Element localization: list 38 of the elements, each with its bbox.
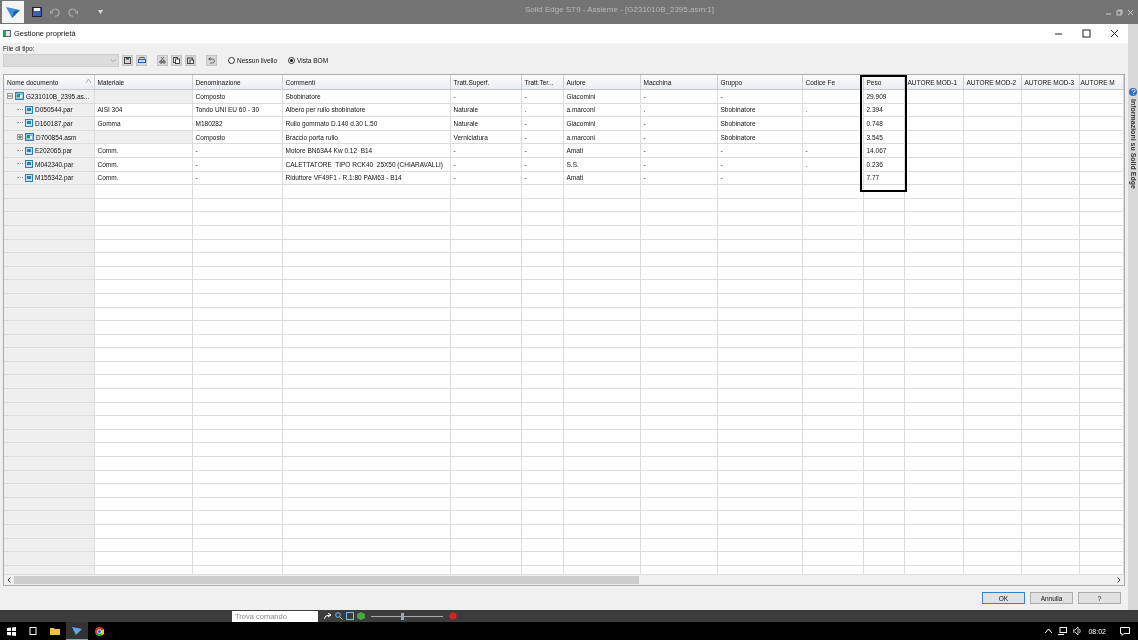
cut-button[interactable]	[157, 55, 168, 66]
part-icon	[25, 160, 33, 169]
part-icon	[25, 119, 33, 128]
expand-icon[interactable]	[17, 134, 23, 141]
assembly-icon	[15, 92, 24, 101]
close-icon[interactable]	[1127, 8, 1134, 16]
caret-icon	[111, 59, 116, 62]
volume-icon[interactable]	[1073, 627, 1083, 635]
network-icon[interactable]	[1058, 627, 1068, 635]
logo-icon	[5, 5, 21, 19]
scrollbar-thumb[interactable]	[14, 576, 639, 584]
chevron-left-icon	[7, 576, 11, 583]
save-button[interactable]	[122, 55, 133, 66]
part-icon	[25, 146, 33, 155]
maximize-icon	[1081, 29, 1091, 38]
arrow-icon[interactable]	[324, 612, 332, 620]
fit-icon[interactable]	[346, 612, 354, 620]
close-icon	[1109, 29, 1119, 38]
cube-icon[interactable]	[357, 612, 365, 620]
app-logo-button[interactable]	[2, 1, 24, 23]
assembly-icon	[25, 133, 34, 142]
chevron-right-icon	[1117, 576, 1121, 583]
help-button[interactable]	[1129, 88, 1137, 96]
paste-button[interactable]	[185, 55, 196, 66]
notification-icon[interactable]	[1120, 626, 1130, 636]
caret-icon[interactable]	[1045, 629, 1053, 633]
save-icon[interactable]	[32, 7, 42, 17]
dialog-icon	[3, 30, 11, 37]
undo-button[interactable]	[206, 55, 217, 66]
help-icon	[1130, 89, 1136, 95]
print-button[interactable]	[136, 55, 147, 66]
app-taskbar-icon[interactable]	[66, 622, 88, 640]
collapse-icon[interactable]	[7, 93, 13, 100]
part-icon	[25, 173, 33, 182]
copy-button[interactable]	[171, 55, 182, 66]
part-icon	[25, 105, 33, 114]
dropdown-caret-icon[interactable]	[98, 10, 103, 14]
zoom-icon[interactable]	[335, 612, 343, 620]
